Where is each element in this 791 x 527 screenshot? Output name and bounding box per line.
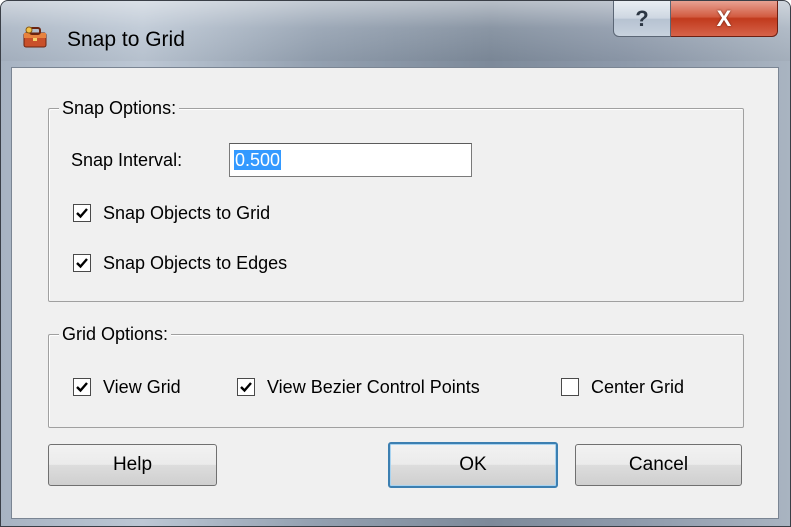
checkmark-icon [76, 208, 88, 219]
toolbox-icon [23, 26, 47, 48]
checkmark-icon [76, 258, 88, 269]
dialog-window: Snap to Grid ? X Snap Options: Snap Inte… [0, 0, 791, 527]
snap-options-group: Snap Options: Snap Interval: 0.500 Snap … [48, 97, 744, 302]
cancel-button[interactable]: Cancel [575, 444, 742, 486]
help-caption-button[interactable]: ? [613, 1, 671, 37]
close-button[interactable]: X [671, 1, 778, 37]
snap-to-edges-label: Snap Objects to Edges [103, 253, 288, 273]
view-grid-label: View Grid [103, 377, 181, 397]
window-title: Snap to Grid [67, 28, 185, 51]
snap-to-edges-checkbox[interactable] [73, 254, 91, 272]
dialog-client-area: Snap Options: Snap Interval: 0.500 Snap … [11, 67, 779, 519]
checkmark-icon [240, 382, 252, 393]
view-grid-checkbox-row[interactable]: View Grid [73, 376, 181, 398]
question-mark-icon: ? [635, 5, 649, 31]
snap-interval-value: 0.500 [234, 150, 282, 170]
snap-interval-input[interactable]: 0.500 [229, 143, 472, 177]
grid-options-legend: Grid Options: [59, 323, 172, 345]
ok-button[interactable]: OK [388, 442, 558, 488]
close-icon: X [716, 5, 732, 31]
view-grid-checkbox[interactable] [73, 378, 91, 396]
center-grid-checkbox[interactable] [561, 378, 579, 396]
view-bezier-checkbox[interactable] [237, 378, 255, 396]
snap-interval-label: Snap Interval: [71, 150, 183, 170]
grid-options-group: Grid Options: View Grid View Bezier Cont… [48, 323, 744, 428]
title-bar[interactable]: Snap to Grid ? X [1, 1, 790, 61]
snap-to-grid-label: Snap Objects to Grid [103, 203, 271, 223]
center-grid-checkbox-row[interactable]: Center Grid [561, 376, 684, 398]
snap-options-legend: Snap Options: [59, 97, 180, 119]
snap-to-grid-checkbox[interactable] [73, 204, 91, 222]
view-bezier-label: View Bezier Control Points [267, 377, 480, 397]
caption-buttons: ? X [613, 1, 778, 39]
center-grid-label: Center Grid [591, 377, 685, 397]
view-bezier-checkbox-row[interactable]: View Bezier Control Points [237, 376, 480, 398]
snap-to-edges-checkbox-row[interactable]: Snap Objects to Edges [73, 252, 287, 274]
snap-to-grid-checkbox-row[interactable]: Snap Objects to Grid [73, 202, 270, 224]
help-button[interactable]: Help [48, 444, 217, 486]
checkmark-icon [76, 382, 88, 393]
